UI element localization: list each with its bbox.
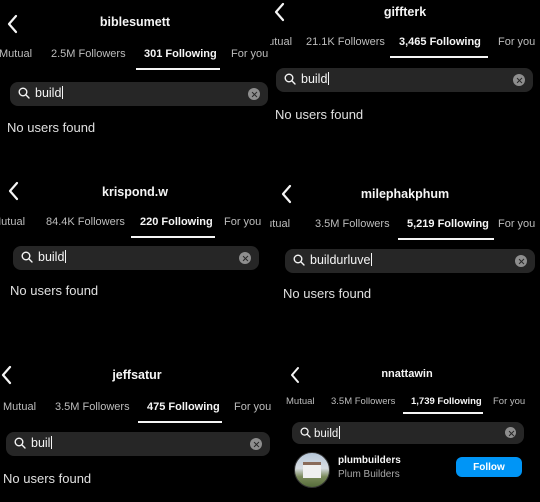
search-input[interactable]: buil xyxy=(6,432,270,456)
avatar xyxy=(294,452,330,488)
tab-mutual[interactable]: Mutual xyxy=(286,396,315,407)
panel-giffterk: giffterk Mutual 21.1K Followers 3,465 Fo… xyxy=(270,0,540,166)
panel-nnattawin: nnattawin Mutual 3.5M Followers 1,739 Fo… xyxy=(274,356,540,502)
tab-bar: Mutual 3.5M Followers 1,739 Following Fo… xyxy=(274,390,540,418)
empty-state: No users found xyxy=(7,120,96,135)
tab-for-you[interactable]: For you xyxy=(231,48,268,60)
search-text: build xyxy=(314,428,339,440)
search-text: buildurluve xyxy=(310,253,371,267)
username: krispond.w xyxy=(102,185,168,199)
search-text: buil xyxy=(31,436,51,450)
tab-indicator xyxy=(131,236,215,238)
tab-mutual[interactable]: Mutual xyxy=(3,401,36,413)
tab-bar: Mutual 3.5M Followers 5,219 Following Fo… xyxy=(270,212,540,240)
tab-following[interactable]: 1,739 Following xyxy=(411,396,482,407)
tab-for-you[interactable]: For you xyxy=(498,36,535,48)
search-icon xyxy=(293,254,305,266)
search-input[interactable]: build xyxy=(276,68,533,92)
tab-indicator xyxy=(390,56,488,58)
search-text: build xyxy=(38,250,65,264)
tab-mutual[interactable]: Mutual xyxy=(0,216,25,228)
panel-jeffsatur: jeffsatur Mutual 3.5M Followers 475 Foll… xyxy=(0,356,274,502)
tab-for-you[interactable]: For you xyxy=(224,216,261,228)
tab-mutual[interactable]: Mutual xyxy=(270,36,292,48)
header: milephakphum xyxy=(270,182,540,206)
search-icon xyxy=(18,87,30,99)
clear-icon[interactable] xyxy=(248,88,260,100)
result-username: plumbuilders xyxy=(338,455,401,466)
search-icon xyxy=(300,427,311,438)
tab-following[interactable]: 5,219 Following xyxy=(407,218,489,230)
header: jeffsatur xyxy=(0,363,274,387)
clear-icon[interactable] xyxy=(239,252,251,264)
username: nnattawin xyxy=(381,368,433,380)
tab-indicator xyxy=(136,68,220,70)
username: jeffsatur xyxy=(112,368,162,382)
clear-icon[interactable] xyxy=(250,438,262,450)
search-text: build xyxy=(301,72,328,86)
follow-button[interactable]: Follow xyxy=(456,457,522,477)
tab-bar: Mutual 3.5M Followers 475 Following For … xyxy=(0,395,274,423)
tab-following[interactable]: 301 Following xyxy=(144,48,217,60)
search-input[interactable]: buildurluve xyxy=(285,249,535,273)
tab-indicator xyxy=(138,421,222,423)
search-input[interactable]: build xyxy=(292,422,524,444)
tab-following[interactable]: 220 Following xyxy=(140,216,213,228)
empty-state: No users found xyxy=(10,283,99,298)
tab-bar: Mutual 2.5M Followers 301 Following For … xyxy=(0,42,270,70)
clear-icon[interactable] xyxy=(515,255,527,267)
empty-state: No users found xyxy=(3,471,92,486)
search-input[interactable]: build xyxy=(13,246,259,270)
header: nnattawin xyxy=(274,363,540,387)
clear-icon[interactable] xyxy=(513,74,525,86)
username: biblesumett xyxy=(99,15,171,29)
tab-mutual[interactable]: Mutual xyxy=(0,48,32,60)
result-display-name: Plum Builders xyxy=(338,469,400,480)
header: krispond.w xyxy=(0,179,270,203)
tab-for-you[interactable]: For you xyxy=(234,401,271,413)
tab-bar: Mutual 84.4K Followers 220 Following For… xyxy=(0,210,270,238)
tab-followers[interactable]: 2.5M Followers xyxy=(51,48,126,60)
tab-following[interactable]: 475 Following xyxy=(147,401,220,413)
empty-state: No users found xyxy=(275,107,364,122)
username: giffterk xyxy=(383,5,427,19)
tab-followers[interactable]: 3.5M Followers xyxy=(55,401,130,413)
result-row[interactable]: plumbuilders Plum Builders Follow xyxy=(294,452,534,488)
search-icon xyxy=(284,73,296,85)
tab-indicator xyxy=(403,412,483,414)
search-input[interactable]: build xyxy=(10,82,268,106)
tab-for-you[interactable]: For you xyxy=(493,396,525,407)
header: giffterk xyxy=(270,0,540,24)
tab-following[interactable]: 3,465 Following xyxy=(399,36,481,48)
search-text: build xyxy=(35,86,62,100)
tab-mutual[interactable]: Mutual xyxy=(270,218,290,230)
username: milephakphum xyxy=(360,187,450,201)
tab-followers[interactable]: 84.4K Followers xyxy=(46,216,125,228)
tab-followers[interactable]: 21.1K Followers xyxy=(306,36,385,48)
tab-followers[interactable]: 3.5M Followers xyxy=(315,218,390,230)
tab-for-you[interactable]: For you xyxy=(498,218,535,230)
tab-followers[interactable]: 3.5M Followers xyxy=(331,396,395,407)
search-icon xyxy=(14,437,26,449)
search-icon xyxy=(21,251,33,263)
tab-bar: Mutual 21.1K Followers 3,465 Following F… xyxy=(270,30,540,58)
empty-state: No users found xyxy=(283,286,372,301)
panel-biblesumett: biblesumett Mutual 2.5M Followers 301 Fo… xyxy=(0,0,270,166)
header: biblesumett xyxy=(0,12,270,36)
panel-milephakphum: milephakphum Mutual 3.5M Followers 5,219… xyxy=(270,166,540,356)
panel-krispond: krispond.w Mutual 84.4K Followers 220 Fo… xyxy=(0,166,270,336)
clear-icon[interactable] xyxy=(505,427,516,438)
tab-indicator xyxy=(398,238,494,240)
